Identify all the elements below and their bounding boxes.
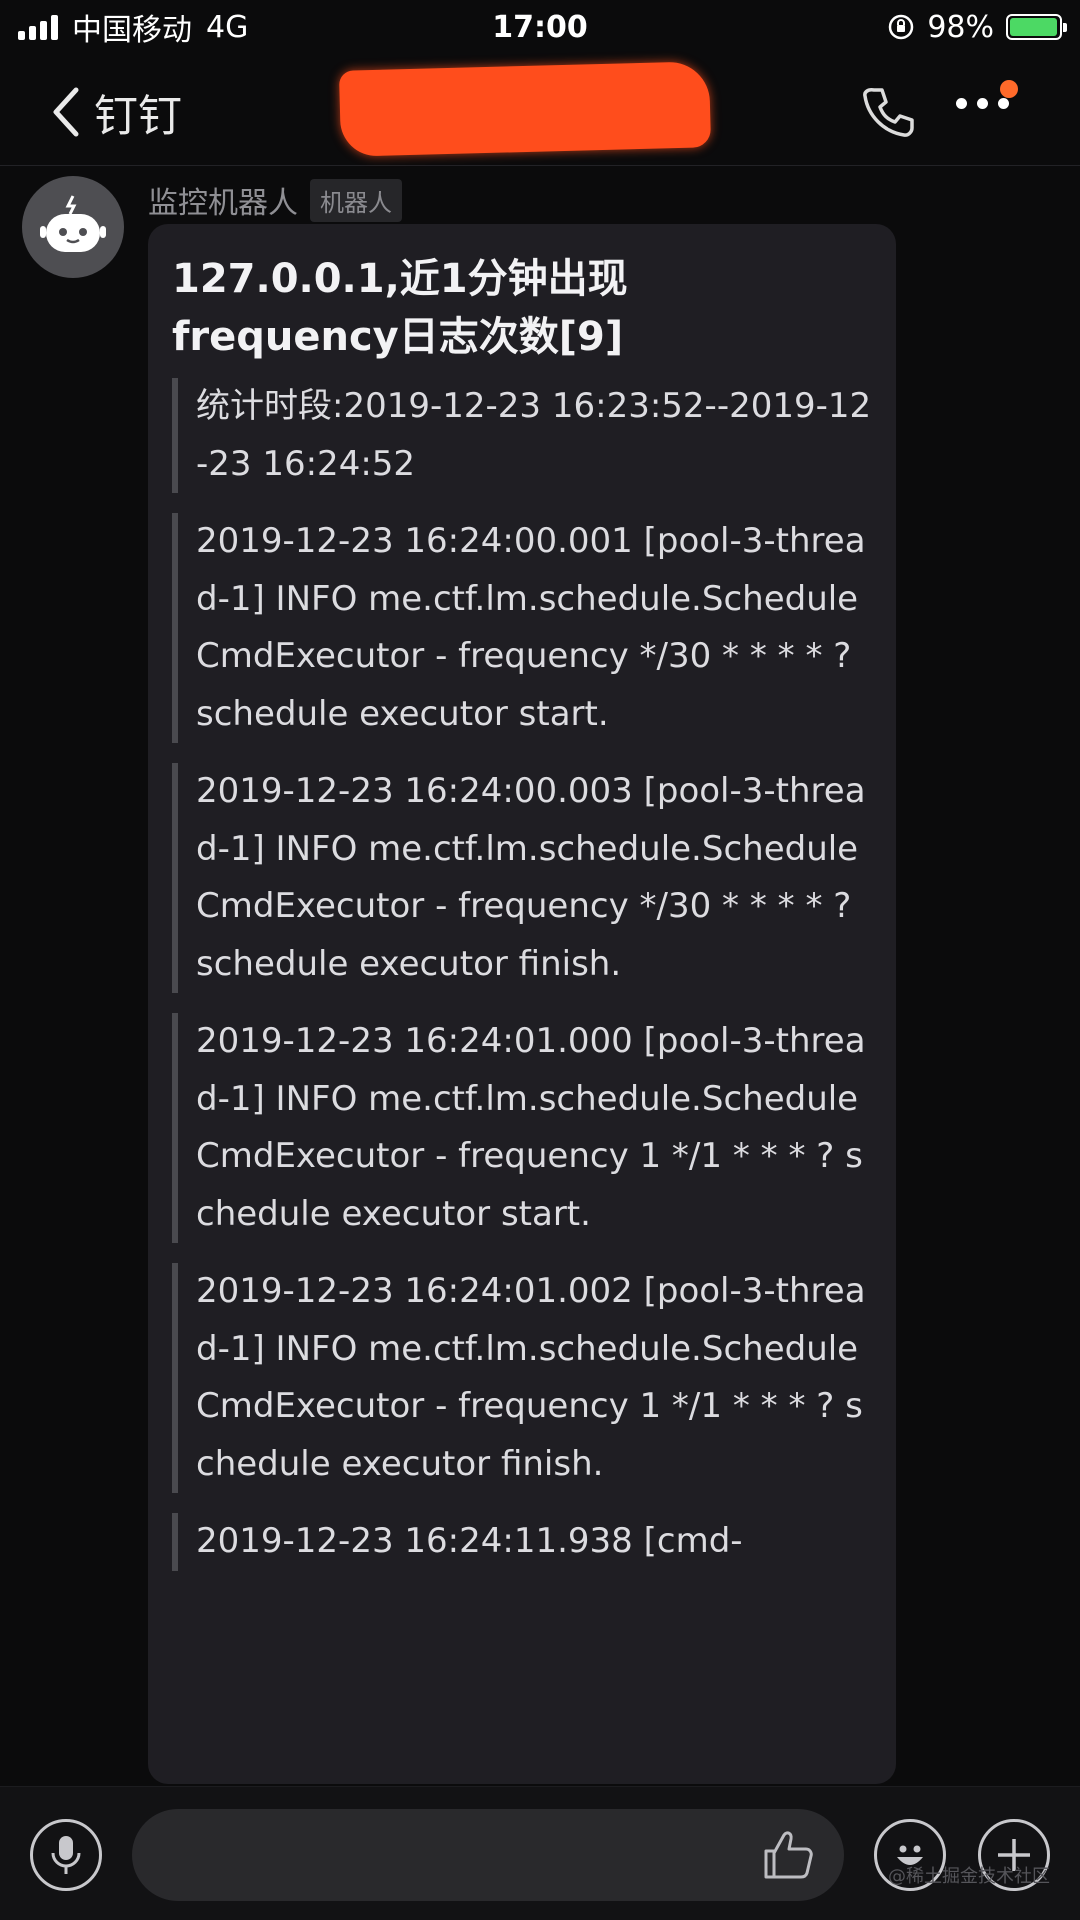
- input-bar: @稀土掘金技术社区: [0, 1786, 1080, 1920]
- microphone-icon: [51, 1836, 81, 1874]
- chevron-left-icon: [53, 87, 79, 137]
- status-right: 98%: [887, 9, 1067, 45]
- chat-screen: 中国移动 4G 17:00 98% 钉钉 监控机器人 机器人 127.0.0.1…: [0, 0, 1080, 1920]
- back-label: 钉钉: [94, 91, 182, 142]
- message-input[interactable]: [132, 1809, 844, 1901]
- robot-icon: [40, 195, 106, 252]
- log-quote: 统计时段:2019-12-23 16:23:52--2019-12-23 16:…: [172, 378, 872, 493]
- phone-icon[interactable]: [860, 84, 916, 140]
- log-quote: 2019-12-23 16:24:01.000 [pool-3-thread-1…: [172, 1013, 872, 1243]
- battery-level: [1010, 18, 1058, 36]
- notification-dot: [1000, 80, 1018, 98]
- log-quote: 2019-12-23 16:24:11.938 [cmd-: [172, 1513, 872, 1571]
- log-quote: 2019-12-23 16:24:00.003 [pool-3-thread-1…: [172, 763, 872, 993]
- thumbs-up-icon[interactable]: [760, 1827, 816, 1883]
- sender-badge: 机器人: [310, 178, 402, 222]
- back-button[interactable]: 钉钉: [50, 80, 182, 144]
- status-left: 中国移动 4G: [18, 5, 248, 49]
- message-bubble[interactable]: 127.0.0.1,近1分钟出现 frequency日志次数[9] 统计时段:2…: [148, 224, 896, 1784]
- nav-bar: 钉钉: [0, 54, 1080, 166]
- network-label: 4G: [206, 9, 249, 45]
- signal-icon: [18, 14, 58, 40]
- battery-percent: 98%: [927, 9, 994, 45]
- log-quote: 2019-12-23 16:24:01.002 [pool-3-thread-1…: [172, 1263, 872, 1493]
- status-bar: 中国移动 4G 17:00 98%: [0, 0, 1080, 54]
- sender-name: 监控机器人: [148, 186, 298, 221]
- battery-icon: [1006, 14, 1067, 40]
- message-title: 127.0.0.1,近1分钟出现 frequency日志次数[9]: [172, 256, 628, 360]
- carrier-label: 中国移动: [72, 13, 192, 48]
- avatar[interactable]: [22, 176, 124, 278]
- log-quote: 2019-12-23 16:24:00.001 [pool-3-thread-1…: [172, 513, 872, 743]
- watermark: @稀土掘金技术社区: [888, 1866, 1050, 1887]
- rotation-lock-icon: [889, 14, 914, 40]
- voice-button[interactable]: [30, 1819, 102, 1891]
- more-button[interactable]: [956, 98, 1009, 109]
- redacted-chat-title: [338, 61, 712, 157]
- sender-row: 监控机器人 机器人: [148, 178, 402, 222]
